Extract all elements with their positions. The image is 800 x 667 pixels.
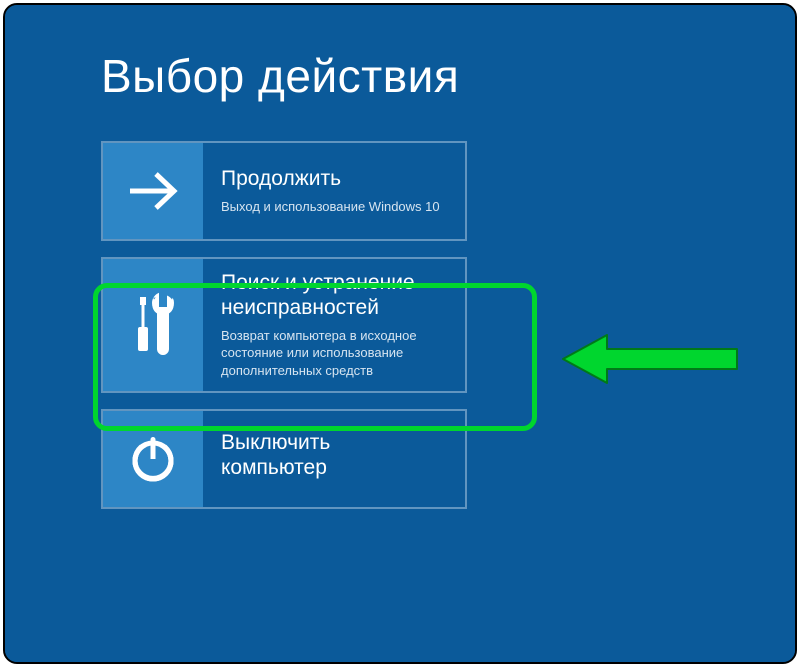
screenshot-frame: Выбор действия Продолжить Выход и исполь… <box>3 3 797 664</box>
option-continue-title: Продолжить <box>221 167 440 192</box>
arrow-right-icon <box>103 143 203 239</box>
option-poweroff[interactable]: Выключить компьютер <box>101 409 467 509</box>
option-continue-desc: Выход и использование Windows 10 <box>221 198 440 216</box>
option-poweroff-text: Выключить компьютер <box>203 411 405 507</box>
page-title: Выбор действия <box>101 49 795 103</box>
power-icon <box>103 411 203 507</box>
option-poweroff-title: Выключить компьютер <box>221 431 391 481</box>
tools-icon <box>103 259 203 391</box>
option-troubleshoot[interactable]: Поиск и устранение неисправностей Возвра… <box>101 257 467 393</box>
option-continue-text: Продолжить Выход и использование Windows… <box>203 143 454 239</box>
option-troubleshoot-text: Поиск и устранение неисправностей Возвра… <box>203 259 465 391</box>
winre-choose-option-screen: Выбор действия Продолжить Выход и исполь… <box>5 5 795 662</box>
option-continue[interactable]: Продолжить Выход и использование Windows… <box>101 141 467 241</box>
option-troubleshoot-title: Поиск и устранение неисправностей <box>221 271 451 321</box>
option-troubleshoot-desc: Возврат компьютера в исходное состояние … <box>221 327 451 380</box>
options-list: Продолжить Выход и использование Windows… <box>101 141 795 509</box>
